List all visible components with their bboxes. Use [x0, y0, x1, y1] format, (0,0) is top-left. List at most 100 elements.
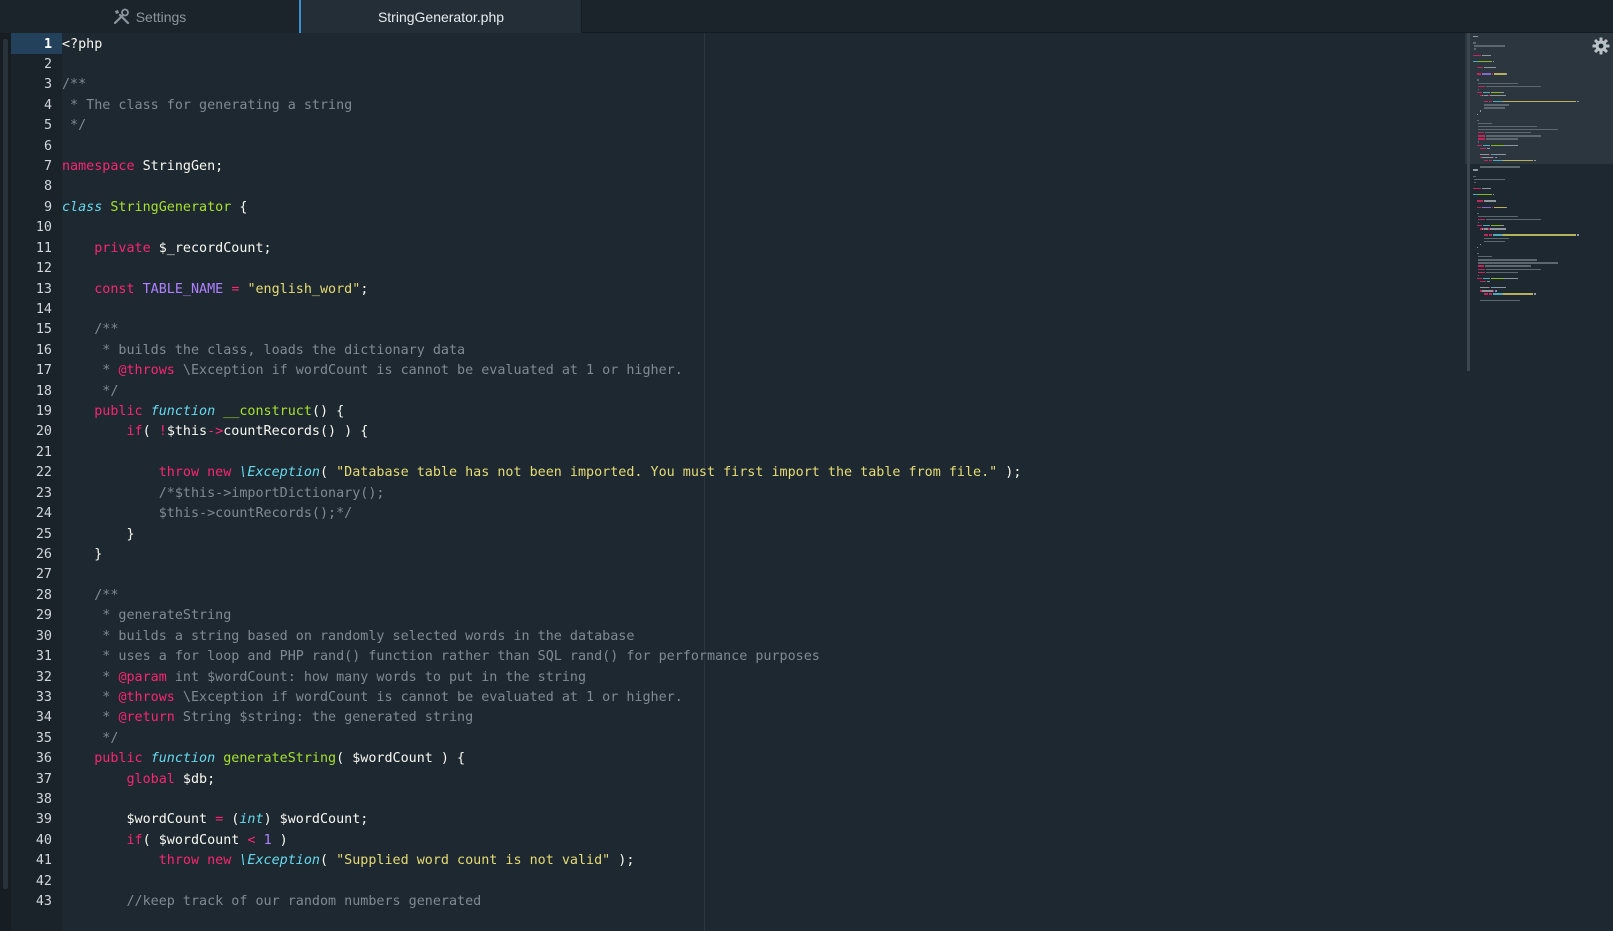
code-line[interactable]: * builds the class, loads the dictionary…	[62, 340, 465, 361]
code-token: "english_word"	[247, 281, 361, 297]
line-number[interactable]: 14	[36, 299, 52, 320]
code-line[interactable]: */	[62, 728, 118, 749]
code-line[interactable]: * builds a string based on randomly sele…	[62, 626, 634, 647]
code-line[interactable]: */	[62, 381, 118, 402]
minimap-line	[1477, 215, 1518, 218]
line-number[interactable]: 41	[36, 850, 52, 871]
code-line[interactable]: * generateString	[62, 605, 231, 626]
minimap-line	[1534, 160, 1536, 162]
minimap-scrollbar[interactable]	[1467, 33, 1470, 371]
line-number[interactable]: 1	[44, 34, 52, 55]
code-line[interactable]: }	[62, 524, 134, 545]
line-number[interactable]: 15	[36, 319, 52, 340]
code-line[interactable]: public function __construct() {	[62, 401, 344, 422]
code-line[interactable]: private $_recordCount;	[62, 238, 271, 259]
minimap-line	[1478, 138, 1485, 140]
line-number[interactable]: 39	[36, 809, 52, 830]
line-number[interactable]: 8	[44, 176, 52, 197]
line-number[interactable]: 25	[36, 524, 52, 545]
code-line[interactable]: public function generateString( $wordCou…	[62, 748, 465, 769]
minimap-line	[1500, 225, 1505, 227]
line-number[interactable]: 27	[36, 564, 52, 585]
line-number[interactable]: 23	[36, 483, 52, 504]
code-line[interactable]: * @throws \Exception if wordCount is can…	[62, 687, 682, 708]
code-line[interactable]: $wordCount = (int) $wordCount;	[62, 809, 368, 830]
code-line[interactable]: const TABLE_NAME = "english_word";	[62, 279, 368, 300]
code-line[interactable]: <?php	[62, 34, 102, 55]
minimap[interactable]	[1465, 33, 1613, 931]
tab-string-generator-php[interactable]: StringGenerator.php	[299, 0, 582, 33]
minimap-line	[1482, 91, 1491, 94]
line-number[interactable]: 4	[44, 95, 52, 116]
line-number[interactable]: 18	[36, 381, 52, 402]
line-number[interactable]: 12	[36, 258, 52, 279]
line-number[interactable]: 16	[36, 340, 52, 361]
line-number[interactable]: 37	[36, 769, 52, 790]
code-line[interactable]: * The class for generating a string	[62, 95, 352, 116]
line-number[interactable]: 21	[36, 442, 52, 463]
line-number[interactable]: 31	[36, 646, 52, 667]
code-token: @param	[118, 669, 167, 685]
code-token: countRecords() ) {	[223, 424, 369, 440]
line-number[interactable]: 10	[36, 217, 52, 238]
left-scrollbar[interactable]	[3, 39, 8, 889]
code-token: () {	[311, 404, 345, 420]
code-line[interactable]: if( $wordCount < 1 )	[62, 830, 288, 851]
line-number[interactable]: 40	[36, 830, 52, 851]
code-line[interactable]: class StringGenerator {	[62, 197, 247, 218]
code-line[interactable]: throw new \Exception( "Supplied word cou…	[62, 850, 635, 871]
line-number[interactable]: 17	[36, 360, 52, 381]
line-number[interactable]: 22	[36, 462, 52, 483]
minimap-line	[1490, 228, 1507, 230]
line-number[interactable]: 35	[36, 728, 52, 749]
line-number[interactable]: 32	[36, 667, 52, 688]
minimap-line	[1492, 290, 1494, 292]
line-number[interactable]: 9	[44, 197, 52, 218]
line-number[interactable]: 5	[44, 115, 52, 136]
code-line[interactable]: /**	[62, 74, 86, 95]
code-line[interactable]: * @return String $string: the generated …	[62, 707, 473, 728]
line-number[interactable]: 24	[36, 503, 52, 524]
code-editor[interactable]: <?php /** * The class for generating a st…	[62, 33, 1462, 931]
line-number[interactable]: 3	[44, 74, 52, 95]
line-number[interactable]: 36	[36, 748, 52, 769]
code-token: String $string: the generated string	[174, 710, 474, 726]
code-line[interactable]: //keep track of our random numbers gener…	[62, 891, 481, 912]
line-number[interactable]: 6	[44, 136, 52, 157]
line-number[interactable]: 26	[36, 544, 52, 565]
line-number[interactable]: 11	[36, 238, 52, 259]
code-line[interactable]: * @throws \Exception if wordCount is can…	[62, 360, 682, 381]
line-number[interactable]: 2	[44, 54, 52, 75]
tab-settings[interactable]: Settings	[0, 0, 299, 33]
code-line[interactable]: if( !$this->countRecords() ) {	[62, 421, 369, 442]
line-number[interactable]: 28	[36, 585, 52, 606]
code-line[interactable]: * uses a for loop and PHP rand() functio…	[62, 646, 820, 667]
line-number[interactable]: 33	[36, 687, 52, 708]
line-number[interactable]: 29	[36, 605, 52, 626]
code-line[interactable]: * @param int $wordCount: how many words …	[62, 667, 586, 688]
minimap-line	[1478, 268, 1485, 270]
line-number[interactable]: 7	[44, 156, 52, 177]
line-number[interactable]: 30	[36, 626, 52, 647]
line-number[interactable]: 20	[36, 421, 52, 442]
line-number[interactable]: 34	[36, 707, 52, 728]
code-line[interactable]: /**	[62, 585, 118, 606]
code-line[interactable]: }	[62, 544, 102, 565]
line-number[interactable]: 19	[36, 401, 52, 422]
code-line[interactable]: $this->countRecords();*/	[62, 503, 353, 524]
code-line[interactable]: */	[62, 115, 86, 136]
minimap-line	[1494, 290, 1496, 292]
line-number[interactable]: 38	[36, 789, 52, 810]
code-line[interactable]: namespace StringGen;	[62, 156, 223, 177]
code-line[interactable]: throw new \Exception( "Database table ha…	[62, 462, 1022, 483]
gear-icon[interactable]	[1592, 37, 1610, 55]
line-number[interactable]: 13	[36, 279, 52, 300]
line-number[interactable]: 43	[36, 891, 52, 912]
code-line[interactable]: /*$this->importDictionary();	[62, 483, 385, 504]
code-line[interactable]: /**	[62, 319, 118, 340]
code-line[interactable]: global $db;	[62, 769, 216, 790]
minimap-line	[1500, 91, 1505, 94]
code-token: if	[126, 832, 143, 848]
line-number[interactable]: 42	[36, 871, 52, 892]
minimap-line	[1476, 113, 1478, 115]
